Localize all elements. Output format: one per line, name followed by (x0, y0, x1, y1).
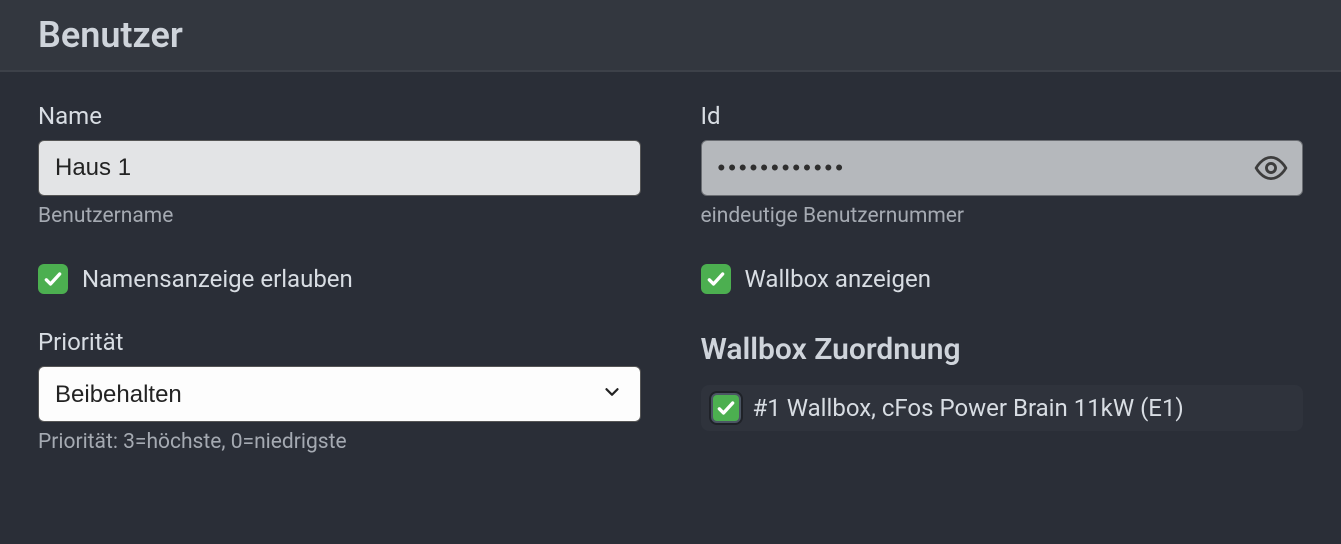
eye-icon (1254, 151, 1288, 185)
id-field-group: Id eindeutige Benutzernummer (701, 102, 1304, 228)
id-input-wrap (701, 140, 1304, 196)
left-column: Name Benutzername Namensanzeige erlauben… (38, 102, 641, 454)
name-label: Name (38, 102, 641, 130)
check-icon (706, 269, 726, 289)
allow-name-display-label: Namensanzeige erlauben (82, 265, 353, 293)
content-area: Name Benutzername Namensanzeige erlauben… (0, 72, 1341, 454)
priority-help: Priorität: 3=höchste, 0=niedrigste (38, 430, 641, 454)
page-header: Benutzer (0, 0, 1341, 72)
check-icon (716, 398, 736, 418)
id-label: Id (701, 102, 1304, 130)
priority-label: Priorität (38, 328, 641, 356)
wallbox-assignment-checkbox[interactable] (711, 393, 741, 423)
page-title: Benutzer (38, 14, 1303, 56)
name-help: Benutzername (38, 204, 641, 228)
wallbox-assignment-item: #1 Wallbox, cFos Power Brain 11kW (E1) (701, 385, 1304, 431)
priority-select[interactable]: Beibehalten (38, 366, 641, 422)
show-wallbox-checkbox[interactable] (701, 264, 731, 294)
toggle-visibility-button[interactable] (1251, 148, 1291, 188)
allow-name-display-checkbox[interactable] (38, 264, 68, 294)
show-wallbox-row: Wallbox anzeigen (701, 264, 1304, 294)
right-column: Id eindeutige Benutzernummer Wallbox anz… (701, 102, 1304, 454)
id-input[interactable] (701, 140, 1304, 196)
name-field-group: Name Benutzername (38, 102, 641, 228)
priority-select-wrap: Beibehalten (38, 366, 641, 422)
allow-name-display-row: Namensanzeige erlauben (38, 264, 641, 294)
check-icon (43, 269, 63, 289)
wallbox-assignment-title: Wallbox Zuordnung (701, 332, 1304, 367)
show-wallbox-label: Wallbox anzeigen (745, 265, 931, 293)
id-help: eindeutige Benutzernummer (701, 204, 1304, 228)
wallbox-assignment-label: #1 Wallbox, cFos Power Brain 11kW (E1) (753, 394, 1184, 422)
priority-field-group: Priorität Beibehalten Priorität: 3=höchs… (38, 328, 641, 454)
name-input[interactable] (38, 140, 641, 196)
